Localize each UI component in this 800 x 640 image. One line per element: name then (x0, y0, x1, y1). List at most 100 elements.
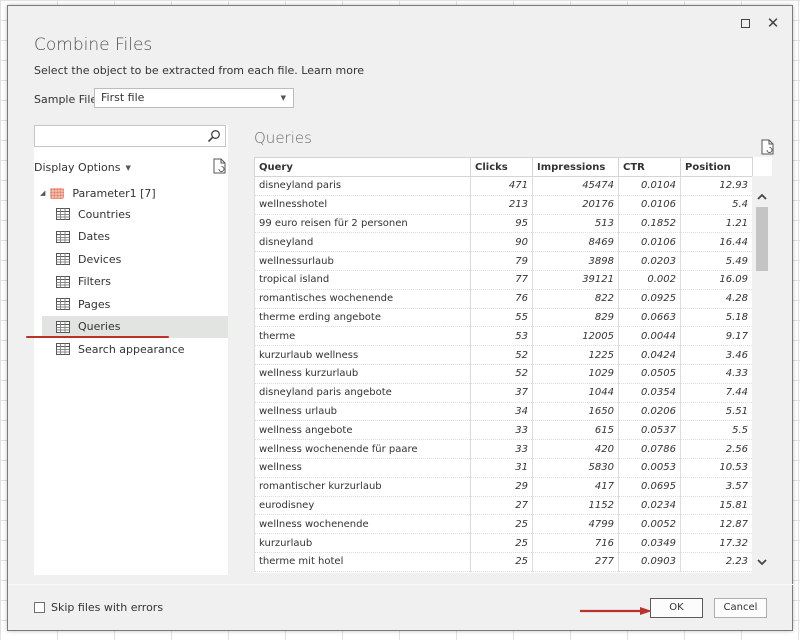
cancel-button[interactable]: Cancel (714, 598, 767, 618)
expand-icon[interactable]: ◢ (40, 189, 45, 197)
cell-impressions: 615 (532, 420, 619, 441)
cell-position: 4.28 (680, 288, 753, 309)
table-row: romantischer kurzurlaub 29 417 0.0695 3.57 (254, 476, 753, 497)
tree-item-countries[interactable]: Countries (42, 203, 228, 225)
tree-root-parameter1[interactable]: ◢ Parameter1 [7] (40, 183, 156, 203)
table-icon (56, 320, 70, 333)
cell-position: 3.46 (680, 345, 753, 365)
cell-ctr: 0.0424 (618, 345, 681, 365)
column-header-ctr[interactable]: CTR (618, 157, 681, 177)
cell-ctr: 0.0044 (618, 326, 681, 347)
learn-more-link[interactable]: Learn more (301, 64, 364, 77)
cell-clicks: 52 (470, 345, 533, 365)
cell-impressions: 420 (532, 439, 619, 459)
tree-item-queries[interactable]: Queries (42, 315, 228, 338)
cell-ctr: 0.0537 (618, 420, 681, 441)
cell-clicks: 79 (470, 251, 533, 271)
tree-item-label: Search appearance (78, 342, 185, 356)
table-icon (56, 275, 70, 288)
table-icon (56, 253, 70, 265)
refresh-document-icon[interactable] (761, 139, 774, 155)
cell-query: wellness wochenende für paare (254, 439, 471, 459)
search-icon (207, 130, 220, 143)
cell-ctr: 0.0052 (618, 514, 681, 535)
cell-impressions: 1029 (532, 363, 619, 384)
cell-ctr: 0.0786 (618, 439, 681, 459)
cell-ctr: 0.0354 (618, 382, 681, 403)
folder-icon (50, 187, 65, 199)
column-header-clicks[interactable]: Clicks (470, 157, 533, 177)
scroll-up-button[interactable] (752, 188, 772, 206)
cell-impressions: 829 (532, 307, 619, 328)
table-row: wellnessurlaub 79 3898 0.0203 5.49 (254, 251, 753, 271)
cell-clicks: 90 (470, 232, 533, 253)
cell-clicks: 471 (470, 176, 533, 196)
cell-impressions: 20176 (532, 194, 619, 215)
refresh-document-icon[interactable] (213, 158, 226, 174)
cell-clicks: 37 (470, 382, 533, 403)
column-header-impressions[interactable]: Impressions (532, 157, 619, 177)
sample-file-dropdown[interactable]: First file ▼ (94, 88, 294, 108)
cell-query: wellness kurzurlaub (254, 363, 471, 384)
cell-query: disneyland (254, 232, 471, 253)
tree-item-dates[interactable]: Dates (42, 226, 228, 248)
navigator-search-input[interactable] (34, 125, 226, 147)
tree-item-pages[interactable]: Pages (42, 293, 228, 315)
cell-position: 5.4 (680, 194, 753, 215)
cell-impressions: 4799 (532, 514, 619, 535)
skip-errors-checkbox[interactable] (34, 602, 45, 613)
cell-query: tropical island (254, 269, 471, 290)
cell-query: wellnessurlaub (254, 251, 471, 271)
cell-position: 1.21 (680, 213, 753, 234)
tree-item-label: Filters (78, 275, 111, 288)
cell-clicks: 25 (470, 533, 533, 553)
chevron-up-icon (757, 193, 767, 200)
maximize-button[interactable] (734, 12, 756, 34)
table-row: wellness 31 5830 0.0053 10.53 (254, 457, 753, 478)
tree-item-filters[interactable]: Filters (42, 271, 228, 293)
tree-item-search-appearance[interactable]: Search appearance (42, 338, 228, 360)
cell-clicks: 213 (470, 194, 533, 215)
table-icon (56, 208, 70, 220)
table-row: wellness kurzurlaub 52 1029 0.0505 4.33 (254, 363, 753, 384)
cell-position: 2.23 (680, 551, 753, 572)
cell-clicks: 55 (470, 307, 533, 328)
cell-clicks: 53 (470, 326, 533, 347)
cell-impressions: 45474 (532, 176, 619, 196)
cell-impressions: 277 (532, 551, 619, 572)
tree-item-devices[interactable]: Devices (42, 248, 228, 270)
ok-button[interactable]: OK (650, 598, 703, 618)
table-row: therme 53 12005 0.0044 9.17 (254, 326, 753, 347)
cell-position: 5.5 (680, 420, 753, 441)
cell-query: 99 euro reisen für 2 personen (254, 213, 471, 234)
cell-position: 16.44 (680, 232, 753, 253)
annotation-underline (26, 336, 169, 338)
table-row: disneyland 90 8469 0.0106 16.44 (254, 232, 753, 253)
cell-position: 5.51 (680, 401, 753, 422)
scroll-down-button[interactable] (752, 553, 772, 571)
preview-table-container: Query Clicks Impressions CTR Position disney… (254, 157, 772, 573)
cell-ctr: 0.0663 (618, 307, 681, 328)
close-icon: ✕ (766, 14, 780, 32)
skip-errors-option[interactable]: Skip files with errors (34, 601, 163, 614)
cell-query: disneyland paris angebote (254, 382, 471, 403)
close-button[interactable]: ✕ (762, 12, 784, 34)
vertical-scrollbar[interactable] (752, 176, 772, 573)
cell-query: kurzurlaub (254, 533, 471, 553)
column-header-query[interactable]: Query (254, 157, 471, 177)
cell-ctr: 0.0203 (618, 251, 681, 271)
cell-position: 9.17 (680, 326, 753, 347)
dialog-title: Combine Files (34, 35, 153, 55)
cell-clicks: 25 (470, 514, 533, 535)
table-row: kurzurlaub wellness 52 1225 0.0424 3.46 (254, 345, 753, 365)
column-header-position[interactable]: Position (680, 157, 753, 177)
tree-item-label: Queries (78, 320, 121, 333)
maximize-icon (740, 18, 750, 28)
display-options-dropdown[interactable]: Display Options ▼ (34, 161, 131, 174)
chevron-down-icon (757, 559, 767, 566)
cell-ctr: 0.0106 (618, 232, 681, 253)
cell-query: romantischer kurzurlaub (254, 476, 471, 497)
cell-query: kurzurlaub wellness (254, 345, 471, 365)
scroll-thumb[interactable] (756, 207, 768, 271)
tree-item-label: Countries (78, 207, 131, 221)
